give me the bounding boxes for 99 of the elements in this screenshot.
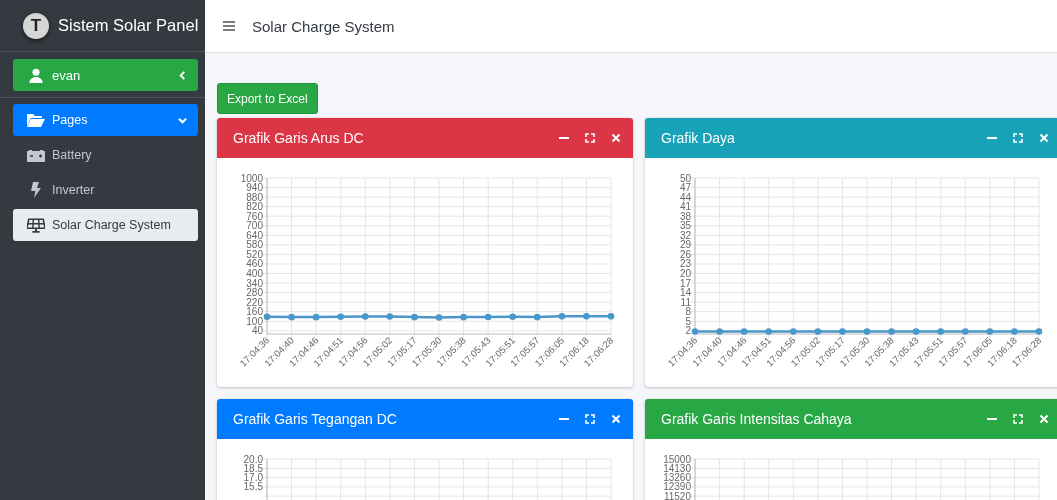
data-point bbox=[411, 313, 418, 321]
y-tick-label: 29 bbox=[679, 239, 691, 251]
y-tick-label: 41 bbox=[679, 201, 691, 213]
data-point bbox=[790, 328, 797, 335]
y-tick-label: 940 bbox=[246, 182, 263, 194]
card-title: Grafik Garis Intensitas Cahaya bbox=[661, 411, 853, 427]
data-point bbox=[362, 313, 369, 320]
y-tick-label: 32 bbox=[679, 229, 691, 241]
card-title: Grafik Garis Tegangan DC bbox=[233, 411, 398, 427]
battery-icon bbox=[27, 148, 45, 162]
fullscreen-icon[interactable] bbox=[1013, 133, 1023, 143]
pages-menu[interactable]: Pages bbox=[13, 104, 198, 136]
nav-item[interactable]: Battery bbox=[13, 139, 198, 171]
y-tick-label: 580 bbox=[246, 239, 263, 251]
y-tick-label: 44 bbox=[679, 191, 691, 203]
y-tick-label: 100 bbox=[246, 315, 263, 327]
y-tick-label: 8 bbox=[685, 306, 691, 318]
y-tick-label: 340 bbox=[246, 277, 263, 289]
y-tick-label: 20 bbox=[679, 268, 691, 279]
user-icon bbox=[27, 67, 45, 83]
data-point bbox=[912, 328, 920, 335]
data-point bbox=[814, 328, 822, 335]
fullscreen-icon[interactable] bbox=[585, 414, 595, 424]
menu-icon[interactable] bbox=[223, 21, 235, 31]
nav-item[interactable]: Solar Charge System bbox=[13, 209, 198, 241]
y-tick-label: 700 bbox=[246, 220, 263, 232]
y-tick-label: 160 bbox=[246, 306, 263, 318]
data-point bbox=[263, 313, 271, 321]
page-title: Solar Charge System bbox=[252, 17, 395, 35]
y-tick-label: 23 bbox=[679, 258, 691, 270]
y-tick-label: 26 bbox=[679, 248, 691, 260]
data-point bbox=[509, 313, 516, 321]
chevron-down-icon bbox=[178, 115, 187, 125]
fullscreen-icon[interactable] bbox=[585, 133, 595, 143]
brand-title: Sistem Solar Panel bbox=[58, 16, 199, 35]
y-tick-label: 14130 bbox=[663, 462, 691, 474]
y-tick-label: 11520 bbox=[663, 490, 691, 500]
y-tick-label: 520 bbox=[246, 248, 263, 260]
y-tick-label: 17 bbox=[679, 277, 691, 289]
data-point bbox=[839, 328, 846, 335]
y-tick-label: 20.0 bbox=[243, 453, 263, 465]
brand-logo: T bbox=[23, 12, 49, 39]
y-tick-label: 880 bbox=[246, 191, 263, 203]
y-tick-label: 13260 bbox=[663, 472, 691, 484]
data-point bbox=[962, 328, 969, 335]
data-point bbox=[937, 328, 944, 335]
data-point bbox=[337, 313, 344, 321]
data-point bbox=[607, 313, 615, 320]
y-tick-label: 18.5 bbox=[243, 462, 263, 474]
card-title: Grafik Daya bbox=[661, 130, 736, 146]
data-point bbox=[558, 313, 566, 320]
solar-panel-icon bbox=[27, 217, 45, 233]
y-tick-label: 40 bbox=[251, 325, 263, 337]
y-tick-label: 35 bbox=[679, 220, 691, 232]
data-point bbox=[288, 313, 295, 321]
y-tick-label: 38 bbox=[679, 210, 691, 222]
data-point bbox=[312, 313, 320, 321]
close-icon[interactable] bbox=[1039, 133, 1049, 143]
close-icon[interactable] bbox=[1039, 414, 1049, 424]
y-tick-label: 11 bbox=[680, 296, 691, 308]
data-point bbox=[691, 328, 699, 335]
data-point bbox=[863, 328, 871, 335]
y-tick-label: 280 bbox=[246, 287, 263, 299]
y-tick-label: 2 bbox=[685, 325, 691, 337]
data-point bbox=[986, 328, 994, 335]
close-icon[interactable] bbox=[611, 133, 621, 143]
data-point bbox=[765, 328, 772, 335]
y-tick-label: 15.5 bbox=[243, 481, 263, 493]
data-point bbox=[716, 328, 723, 335]
data-point bbox=[484, 313, 492, 321]
y-tick-label: 820 bbox=[246, 201, 263, 213]
data-point bbox=[1011, 328, 1018, 335]
y-tick-label: 17.0 bbox=[243, 472, 263, 484]
y-tick-label: 1000 bbox=[240, 172, 263, 184]
data-point bbox=[1035, 328, 1043, 335]
y-tick-label: 460 bbox=[246, 258, 263, 270]
y-tick-label: 15000 bbox=[663, 453, 691, 465]
data-point bbox=[386, 313, 394, 320]
data-point bbox=[740, 328, 748, 335]
y-tick-label: 50 bbox=[679, 172, 691, 184]
data-point bbox=[534, 313, 541, 321]
y-tick-label: 14 bbox=[679, 287, 691, 299]
y-tick-label: 760 bbox=[246, 210, 263, 222]
y-tick-label: 220 bbox=[246, 296, 263, 308]
data-point bbox=[460, 313, 467, 321]
card-title: Grafik Garis Arus DC bbox=[233, 130, 365, 146]
y-tick-label: 47 bbox=[679, 182, 691, 194]
data-point bbox=[435, 314, 443, 321]
close-icon[interactable] bbox=[611, 414, 621, 424]
y-tick-label: 5 bbox=[685, 315, 691, 327]
y-tick-label: 12390 bbox=[663, 481, 691, 493]
y-tick-label: 400 bbox=[246, 268, 263, 279]
chevron-left-icon bbox=[178, 70, 187, 80]
folder-icon bbox=[27, 113, 45, 127]
fullscreen-icon[interactable] bbox=[1013, 414, 1023, 424]
y-tick-label: 640 bbox=[246, 229, 263, 241]
data-point bbox=[888, 328, 895, 335]
nav-item[interactable]: Inverter bbox=[13, 174, 198, 206]
data-point bbox=[583, 313, 590, 320]
